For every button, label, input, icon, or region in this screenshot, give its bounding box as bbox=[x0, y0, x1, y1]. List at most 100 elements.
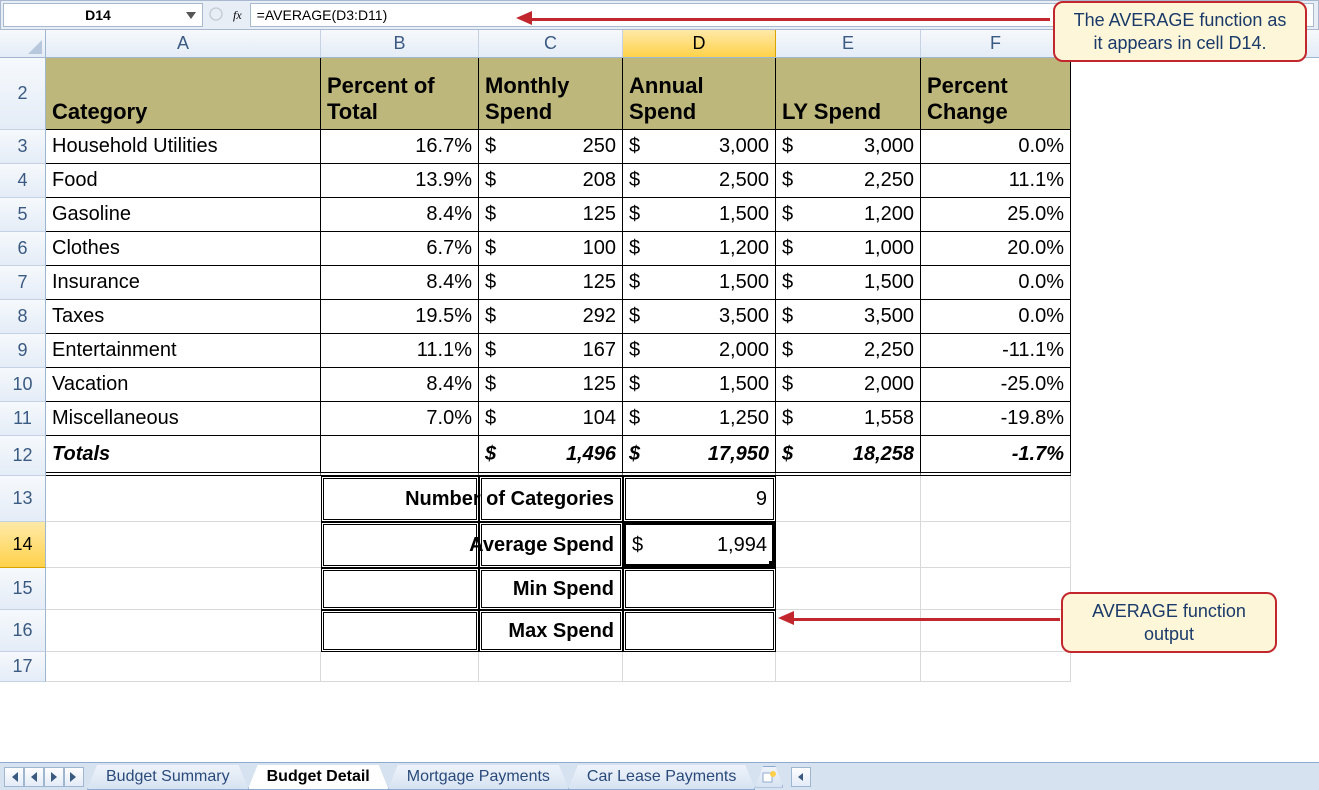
cell-category[interactable]: Vacation bbox=[46, 368, 321, 402]
row-header[interactable]: 13 bbox=[0, 476, 46, 522]
cell-ly[interactable]: $2,250 bbox=[776, 334, 921, 368]
tab-nav-next[interactable] bbox=[44, 767, 64, 787]
row-header[interactable]: 8 bbox=[0, 300, 46, 334]
cell-monthly[interactable]: $125 bbox=[479, 198, 623, 232]
row-header[interactable]: 15 bbox=[0, 568, 46, 610]
totals-label[interactable]: Totals bbox=[46, 436, 321, 476]
cell-pct[interactable]: 13.9% bbox=[321, 164, 479, 198]
cell-pct[interactable]: 19.5% bbox=[321, 300, 479, 334]
sheet-tab[interactable]: Mortgage Payments bbox=[388, 765, 569, 790]
name-box[interactable]: D14 bbox=[3, 3, 203, 27]
blank-cell[interactable] bbox=[776, 522, 921, 568]
cell-category[interactable]: Gasoline bbox=[46, 198, 321, 232]
hdr-category[interactable]: Category bbox=[46, 58, 321, 130]
cell-ly[interactable]: $1,558 bbox=[776, 402, 921, 436]
col-header-a[interactable]: A bbox=[46, 30, 321, 57]
sheet-tab[interactable]: Budget Detail bbox=[248, 765, 389, 790]
row-header[interactable]: 10 bbox=[0, 368, 46, 402]
blank-cell[interactable] bbox=[921, 610, 1071, 652]
summary15-label[interactable]: Min Spend bbox=[479, 568, 623, 610]
hdr-monthly[interactable]: Monthly Spend bbox=[479, 58, 623, 130]
row-header[interactable]: 4 bbox=[0, 164, 46, 198]
tab-scroll-left[interactable] bbox=[791, 767, 811, 787]
cell-d14[interactable]: $1,994 bbox=[623, 522, 776, 568]
cell-annual[interactable]: $3,500 bbox=[623, 300, 776, 334]
cell-pc[interactable]: -11.1% bbox=[921, 334, 1071, 368]
cell-category[interactable]: Insurance bbox=[46, 266, 321, 300]
blank-cell[interactable] bbox=[776, 652, 921, 682]
summary13-val[interactable]: 9 bbox=[623, 476, 776, 522]
blank-cell[interactable] bbox=[46, 476, 321, 522]
cell-pct[interactable]: 8.4% bbox=[321, 266, 479, 300]
cell-annual[interactable]: $2,000 bbox=[623, 334, 776, 368]
summary13-label[interactable]: Number of Categories bbox=[479, 476, 623, 522]
totals-blank[interactable] bbox=[321, 436, 479, 476]
blank-cell[interactable] bbox=[46, 610, 321, 652]
cell-pct[interactable]: 8.4% bbox=[321, 198, 479, 232]
totals-annual[interactable]: $17,950 bbox=[623, 436, 776, 476]
cell-pc[interactable]: 0.0% bbox=[921, 130, 1071, 164]
cell-pc[interactable]: 20.0% bbox=[921, 232, 1071, 266]
blank-cell[interactable] bbox=[776, 568, 921, 610]
blank-cell[interactable] bbox=[921, 652, 1071, 682]
row-header[interactable]: 16 bbox=[0, 610, 46, 652]
hdr-annual[interactable]: Annual Spend bbox=[623, 58, 776, 130]
totals-pc[interactable]: -1.7% bbox=[921, 436, 1071, 476]
dropdown-icon[interactable] bbox=[186, 10, 196, 20]
cell-ly[interactable]: $2,250 bbox=[776, 164, 921, 198]
row-header[interactable]: 11 bbox=[0, 402, 46, 436]
cell-pc[interactable]: 25.0% bbox=[921, 198, 1071, 232]
sheet-tab[interactable]: Budget Summary bbox=[87, 765, 249, 790]
cell-monthly[interactable]: $125 bbox=[479, 368, 623, 402]
summary14-label-left[interactable] bbox=[321, 522, 479, 568]
row-header[interactable]: 5 bbox=[0, 198, 46, 232]
tab-nav-prev[interactable] bbox=[24, 767, 44, 787]
blank-cell[interactable] bbox=[46, 568, 321, 610]
row-header[interactable]: 2 bbox=[0, 58, 46, 130]
blank-cell[interactable] bbox=[623, 652, 776, 682]
cell-pct[interactable]: 16.7% bbox=[321, 130, 479, 164]
cell-pc[interactable]: -19.8% bbox=[921, 402, 1071, 436]
row-header[interactable]: 17 bbox=[0, 652, 46, 682]
row-header[interactable]: 9 bbox=[0, 334, 46, 368]
blank-cell[interactable] bbox=[921, 568, 1071, 610]
totals-monthly[interactable]: $1,496 bbox=[479, 436, 623, 476]
cell-pct[interactable]: 8.4% bbox=[321, 368, 479, 402]
cell-category[interactable]: Taxes bbox=[46, 300, 321, 334]
cell-monthly[interactable]: $100 bbox=[479, 232, 623, 266]
cell-annual[interactable]: $1,200 bbox=[623, 232, 776, 266]
tab-nav-last[interactable] bbox=[64, 767, 84, 787]
cell-ly[interactable]: $1,000 bbox=[776, 232, 921, 266]
summary15-val[interactable] bbox=[623, 568, 776, 610]
cell-annual[interactable]: $1,250 bbox=[623, 402, 776, 436]
blank-cell[interactable] bbox=[479, 652, 623, 682]
cell-ly[interactable]: $3,000 bbox=[776, 130, 921, 164]
cell-monthly[interactable]: $208 bbox=[479, 164, 623, 198]
cell-pc[interactable]: 0.0% bbox=[921, 300, 1071, 334]
cell-pct[interactable]: 7.0% bbox=[321, 402, 479, 436]
cell-annual[interactable]: $1,500 bbox=[623, 198, 776, 232]
col-header-e[interactable]: E bbox=[776, 30, 921, 57]
cell-ly[interactable]: $2,000 bbox=[776, 368, 921, 402]
cell-pc[interactable]: 11.1% bbox=[921, 164, 1071, 198]
summary14-label[interactable]: Average Spend bbox=[479, 522, 623, 568]
cell-monthly[interactable]: $292 bbox=[479, 300, 623, 334]
cell-ly[interactable]: $1,200 bbox=[776, 198, 921, 232]
blank-cell[interactable] bbox=[776, 610, 921, 652]
col-header-b[interactable]: B bbox=[321, 30, 479, 57]
summary16-label[interactable]: Max Spend bbox=[479, 610, 623, 652]
row-header[interactable]: 12 bbox=[0, 436, 46, 476]
col-header-c[interactable]: C bbox=[479, 30, 623, 57]
cell-annual[interactable]: $1,500 bbox=[623, 266, 776, 300]
insert-sheet-button[interactable] bbox=[755, 766, 783, 788]
summary16-val[interactable] bbox=[623, 610, 776, 652]
cell-annual[interactable]: $1,500 bbox=[623, 368, 776, 402]
cell-ly[interactable]: $1,500 bbox=[776, 266, 921, 300]
cell-annual[interactable]: $2,500 bbox=[623, 164, 776, 198]
row-header[interactable]: 6 bbox=[0, 232, 46, 266]
hdr-pc[interactable]: Percent Change bbox=[921, 58, 1071, 130]
cell-monthly[interactable]: $250 bbox=[479, 130, 623, 164]
cell-pc[interactable]: 0.0% bbox=[921, 266, 1071, 300]
cell-monthly[interactable]: $167 bbox=[479, 334, 623, 368]
blank-cell[interactable] bbox=[921, 476, 1071, 522]
